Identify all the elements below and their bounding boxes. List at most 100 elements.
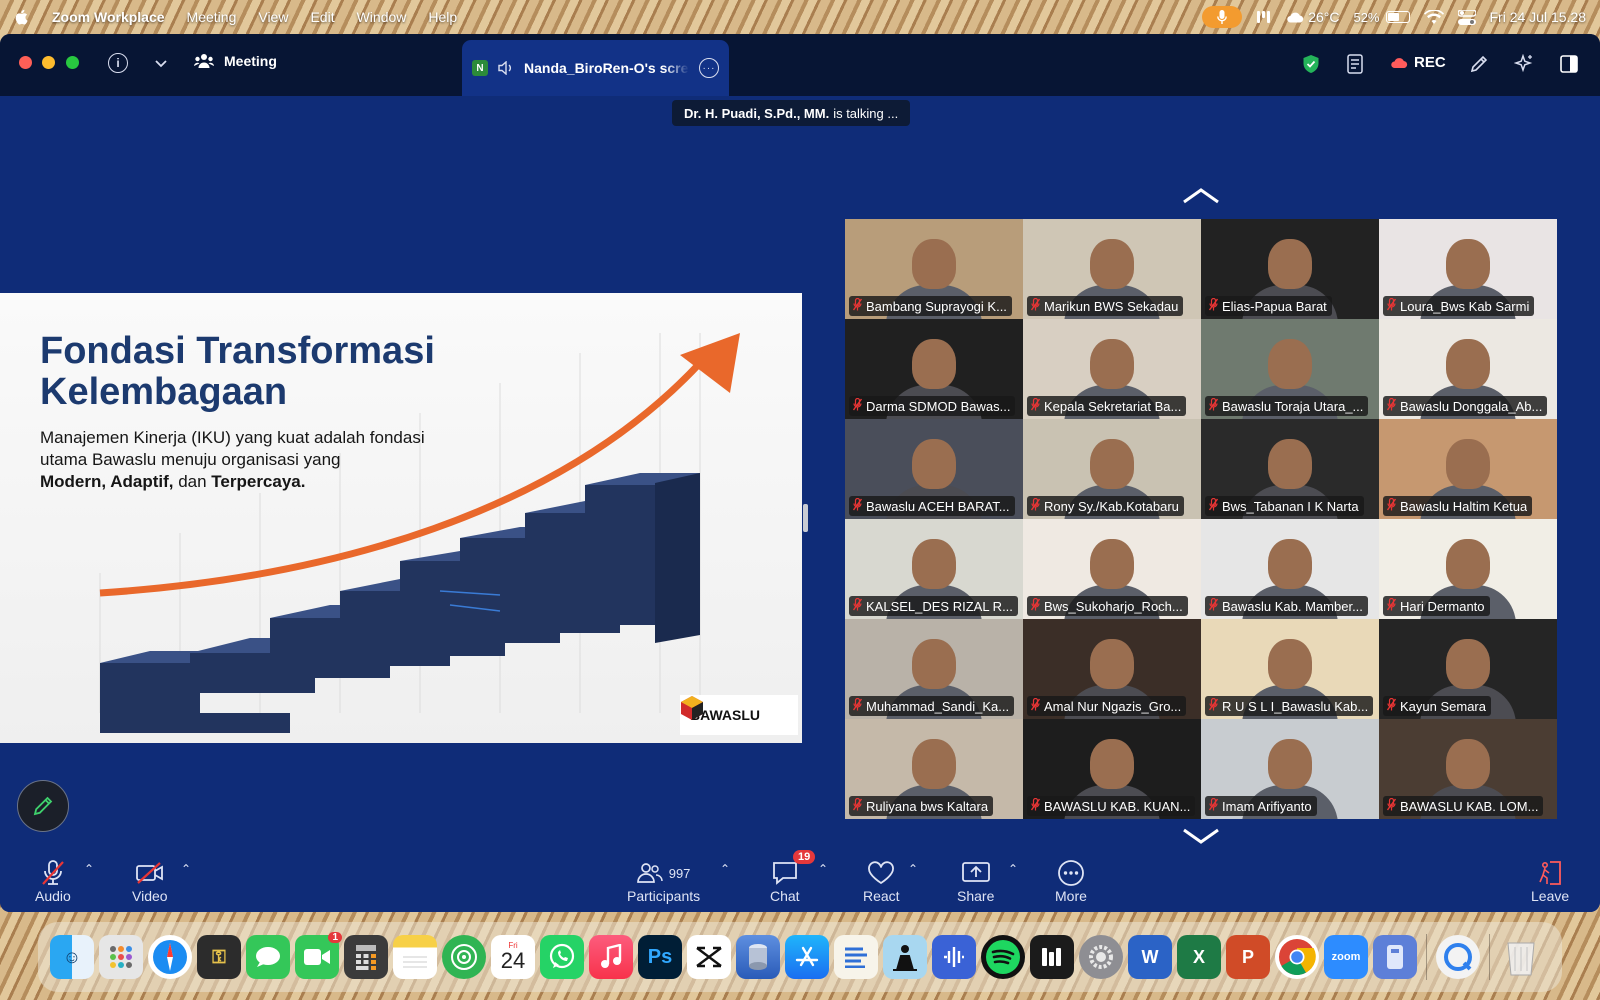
notes-app-icon[interactable] bbox=[393, 935, 437, 979]
calendar-icon[interactable]: Fri 24 bbox=[491, 935, 535, 979]
chat-button[interactable]: Chat bbox=[770, 858, 800, 904]
share-screen-button[interactable]: Share bbox=[957, 858, 994, 904]
gallery-page-down-icon[interactable] bbox=[1182, 826, 1220, 846]
menu-help[interactable]: Help bbox=[428, 9, 457, 25]
participant-tile[interactable]: BAWASLU KAB. LOM... bbox=[1379, 719, 1557, 819]
participant-tile[interactable]: Bambang Suprayogi K... bbox=[845, 219, 1023, 319]
participant-tile[interactable]: Elias-Papua Barat bbox=[1201, 219, 1379, 319]
close-window-button[interactable] bbox=[19, 56, 32, 69]
participant-tile[interactable]: Imam Arifiyanto bbox=[1201, 719, 1379, 819]
react-button[interactable]: React bbox=[863, 858, 900, 904]
annotate-pen-icon[interactable] bbox=[1470, 55, 1488, 73]
participants-options-caret[interactable]: ⌃ bbox=[720, 862, 730, 876]
participant-tile[interactable]: Bawaslu Toraja Utara_... bbox=[1201, 319, 1379, 419]
split-resize-handle[interactable] bbox=[803, 504, 808, 532]
annotation-pencil-button[interactable] bbox=[17, 780, 69, 832]
participants-button[interactable]: 997 Participants bbox=[627, 858, 700, 904]
ai-companion-icon[interactable] bbox=[1514, 54, 1534, 74]
more-options-icon[interactable]: ··· bbox=[699, 58, 719, 78]
minimize-window-button[interactable] bbox=[42, 56, 55, 69]
participant-tile[interactable]: Kayun Semara bbox=[1379, 619, 1557, 719]
leave-button[interactable]: Leave bbox=[1531, 858, 1569, 904]
audio-options-caret[interactable]: ⌃ bbox=[84, 862, 94, 876]
side-panel-icon[interactable] bbox=[1560, 55, 1578, 73]
menu-edit[interactable]: Edit bbox=[310, 9, 334, 25]
word-icon[interactable]: W bbox=[1128, 935, 1172, 979]
messages-icon[interactable] bbox=[246, 935, 290, 979]
chrome-icon[interactable] bbox=[1275, 935, 1319, 979]
audio-editor-icon[interactable] bbox=[1030, 935, 1074, 979]
participant-tile[interactable]: Hari Dermanto bbox=[1379, 519, 1557, 619]
finder-icon[interactable]: ☺ bbox=[50, 935, 94, 979]
react-options-caret[interactable]: ⌃ bbox=[908, 862, 918, 876]
text-stack-app-icon[interactable] bbox=[834, 935, 878, 979]
participant-tile[interactable]: KALSEL_DES RIZAL R... bbox=[845, 519, 1023, 619]
participant-tile[interactable]: R U S L I_Bawaslu Kab... bbox=[1201, 619, 1379, 719]
participant-tile[interactable]: Ruliyana bws Kaltara bbox=[845, 719, 1023, 819]
battery-widget[interactable]: 52% bbox=[1353, 10, 1410, 25]
zoom-app-icon[interactable]: zoom bbox=[1324, 935, 1368, 979]
participant-tile[interactable]: Bws_Sukoharjo_Roch... bbox=[1023, 519, 1201, 619]
chat-options-caret[interactable]: ⌃ bbox=[818, 862, 828, 876]
share-options-caret[interactable]: ⌃ bbox=[1008, 862, 1018, 876]
meeting-view-button[interactable]: Meeting bbox=[194, 53, 277, 69]
menu-view[interactable]: View bbox=[258, 9, 288, 25]
speaker-icon[interactable] bbox=[498, 61, 514, 75]
menu-app-name[interactable]: Zoom Workplace bbox=[52, 9, 165, 25]
participant-tile[interactable]: Rony Sy./Kab.Kotabaru bbox=[1023, 419, 1201, 519]
app-store-icon[interactable] bbox=[785, 935, 829, 979]
gallery-page-up-icon[interactable] bbox=[1182, 186, 1220, 206]
stage-manager-icon[interactable] bbox=[1256, 9, 1272, 25]
participant-tile[interactable]: Muhammad_Sandi_Ka... bbox=[845, 619, 1023, 719]
meeting-info-icon[interactable]: i bbox=[108, 53, 128, 73]
quick-share-icon[interactable] bbox=[1436, 935, 1480, 979]
storage-app-icon[interactable] bbox=[1373, 935, 1417, 979]
participant-tile[interactable]: Amal Nur Ngazis_Gro... bbox=[1023, 619, 1201, 719]
participant-tile[interactable]: Bawaslu ACEH BARAT... bbox=[845, 419, 1023, 519]
kindle-icon[interactable] bbox=[883, 935, 927, 979]
notes-icon[interactable] bbox=[1347, 54, 1365, 74]
trash-icon[interactable] bbox=[1499, 935, 1543, 979]
menu-clock[interactable]: Fri 24 Jul 15.28 bbox=[1490, 9, 1587, 25]
system-settings-icon[interactable] bbox=[1079, 935, 1123, 979]
chevron-down-icon[interactable] bbox=[155, 60, 167, 68]
record-button[interactable]: REC bbox=[1390, 54, 1446, 71]
excel-icon[interactable]: X bbox=[1177, 935, 1221, 979]
capcut-icon[interactable] bbox=[687, 935, 731, 979]
video-options-caret[interactable]: ⌃ bbox=[181, 862, 191, 876]
menu-window[interactable]: Window bbox=[357, 9, 407, 25]
participant-tile[interactable]: Bawaslu Donggala_Ab... bbox=[1379, 319, 1557, 419]
music-icon[interactable] bbox=[589, 935, 633, 979]
calculator-icon[interactable] bbox=[344, 935, 388, 979]
participant-tile[interactable]: Kepala Sekretariat Ba... bbox=[1023, 319, 1201, 419]
participant-tile[interactable]: Marikun BWS Sekadau bbox=[1023, 219, 1201, 319]
participant-tile[interactable]: Loura_Bws Kab Sarmi bbox=[1379, 219, 1557, 319]
more-button[interactable]: More bbox=[1055, 858, 1087, 904]
wifi-icon[interactable] bbox=[1423, 9, 1444, 25]
participant-tile[interactable]: BAWASLU KAB. KUAN... bbox=[1023, 719, 1201, 819]
security-shield-icon[interactable] bbox=[1302, 54, 1320, 74]
launchpad-icon[interactable] bbox=[99, 935, 143, 979]
photoshop-icon[interactable]: Ps bbox=[638, 935, 682, 979]
safari-icon[interactable] bbox=[148, 935, 192, 979]
video-button[interactable]: Video bbox=[132, 858, 168, 904]
facetime-icon[interactable]: 1 bbox=[295, 932, 342, 979]
disk-utility-icon[interactable] bbox=[736, 935, 780, 979]
audio-app-icon[interactable] bbox=[932, 935, 976, 979]
powerpoint-icon[interactable]: P bbox=[1226, 935, 1270, 979]
participant-tile[interactable]: Bawaslu Kab. Mamber... bbox=[1201, 519, 1379, 619]
whatsapp-icon[interactable] bbox=[540, 935, 584, 979]
participant-tile[interactable]: Bawaslu Haltim Ketua bbox=[1379, 419, 1557, 519]
participant-tile[interactable]: Bws_Tabanan I K Narta bbox=[1201, 419, 1379, 519]
mic-in-use-icon[interactable] bbox=[1202, 6, 1243, 28]
participant-tile[interactable]: Darma SDMOD Bawas... bbox=[845, 319, 1023, 419]
apple-menu-icon[interactable] bbox=[14, 8, 30, 26]
audio-button[interactable]: Audio bbox=[35, 858, 71, 904]
screen-share-tab[interactable]: N Nanda_BiroRen-O's screen ··· bbox=[462, 40, 729, 96]
zoom-window-button[interactable] bbox=[66, 56, 79, 69]
find-my-icon[interactable] bbox=[442, 935, 486, 979]
control-center-icon[interactable] bbox=[1457, 9, 1476, 25]
keychain-icon[interactable]: ⚿ bbox=[197, 935, 241, 979]
weather-widget[interactable]: 26°C bbox=[1286, 9, 1339, 25]
menu-meeting[interactable]: Meeting bbox=[187, 9, 237, 25]
